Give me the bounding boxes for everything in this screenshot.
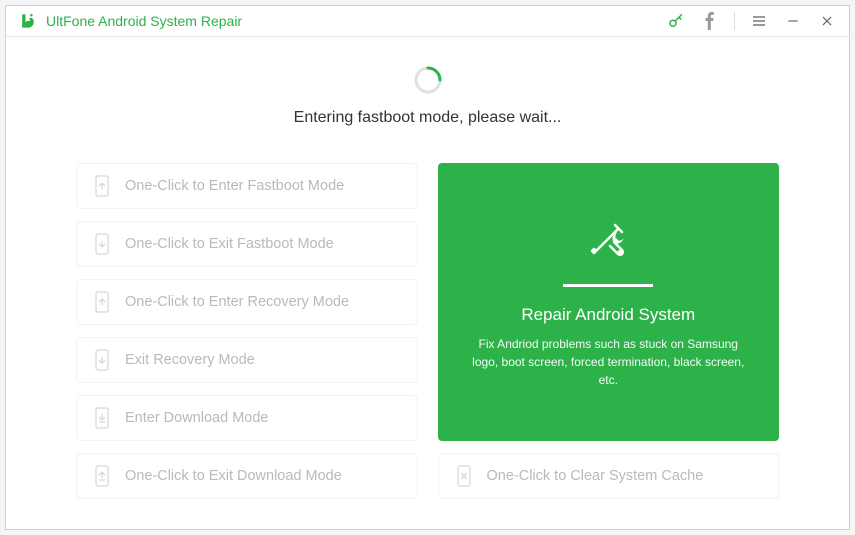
exit-download-button: One-Click to Exit Download Mode bbox=[76, 453, 418, 499]
option-label: Exit Recovery Mode bbox=[125, 352, 255, 368]
app-title: UltFone Android System Repair bbox=[46, 13, 242, 29]
option-label: One-Click to Clear System Cache bbox=[487, 468, 704, 484]
clear-cache-button: One-Click to Clear System Cache bbox=[438, 453, 780, 499]
status-message: Entering fastboot mode, please wait... bbox=[294, 109, 562, 127]
phone-clear-icon bbox=[455, 465, 473, 487]
titlebar: UltFone Android System Repair bbox=[6, 6, 849, 37]
feature-title: Repair Android System bbox=[521, 305, 695, 325]
feature-description: Fix Andriod problems such as stuck on Sa… bbox=[468, 335, 750, 389]
loading-area: Entering fastboot mode, please wait... bbox=[76, 65, 779, 127]
key-icon[interactable] bbox=[666, 11, 686, 31]
main-content: Entering fastboot mode, please wait... O… bbox=[6, 37, 849, 529]
phone-down-icon bbox=[93, 349, 111, 371]
option-label: One-Click to Enter Recovery Mode bbox=[125, 294, 349, 310]
feature-divider bbox=[563, 284, 653, 287]
option-label: One-Click to Exit Download Mode bbox=[125, 468, 342, 484]
menu-icon[interactable] bbox=[749, 11, 769, 31]
option-label: One-Click to Enter Fastboot Mode bbox=[125, 178, 344, 194]
titlebar-right bbox=[666, 11, 837, 31]
option-label: Enter Download Mode bbox=[125, 410, 268, 426]
phone-down-icon bbox=[93, 233, 111, 255]
phone-up-icon bbox=[93, 175, 111, 197]
facebook-icon[interactable] bbox=[700, 11, 720, 31]
tools-icon bbox=[584, 215, 632, 268]
exit-recovery-button: Exit Recovery Mode bbox=[76, 337, 418, 383]
exit-fastboot-button: One-Click to Exit Fastboot Mode bbox=[76, 221, 418, 267]
titlebar-divider bbox=[734, 12, 735, 30]
enter-recovery-button: One-Click to Enter Recovery Mode bbox=[76, 279, 418, 325]
phone-download-icon bbox=[93, 407, 111, 429]
options-grid: One-Click to Enter Fastboot Mode One-Cli… bbox=[76, 163, 779, 499]
titlebar-left: UltFone Android System Repair bbox=[18, 11, 242, 31]
app-window: UltFone Android System Repair bbox=[5, 5, 850, 530]
phone-download-icon bbox=[93, 465, 111, 487]
enter-fastboot-button: One-Click to Enter Fastboot Mode bbox=[76, 163, 418, 209]
app-logo-icon bbox=[18, 11, 38, 31]
close-icon[interactable] bbox=[817, 11, 837, 31]
repair-system-button[interactable]: Repair Android System Fix Andriod proble… bbox=[438, 163, 780, 441]
spinner-icon bbox=[413, 65, 443, 95]
phone-up-icon bbox=[93, 291, 111, 313]
option-label: One-Click to Exit Fastboot Mode bbox=[125, 236, 334, 252]
enter-download-button: Enter Download Mode bbox=[76, 395, 418, 441]
minimize-icon[interactable] bbox=[783, 11, 803, 31]
